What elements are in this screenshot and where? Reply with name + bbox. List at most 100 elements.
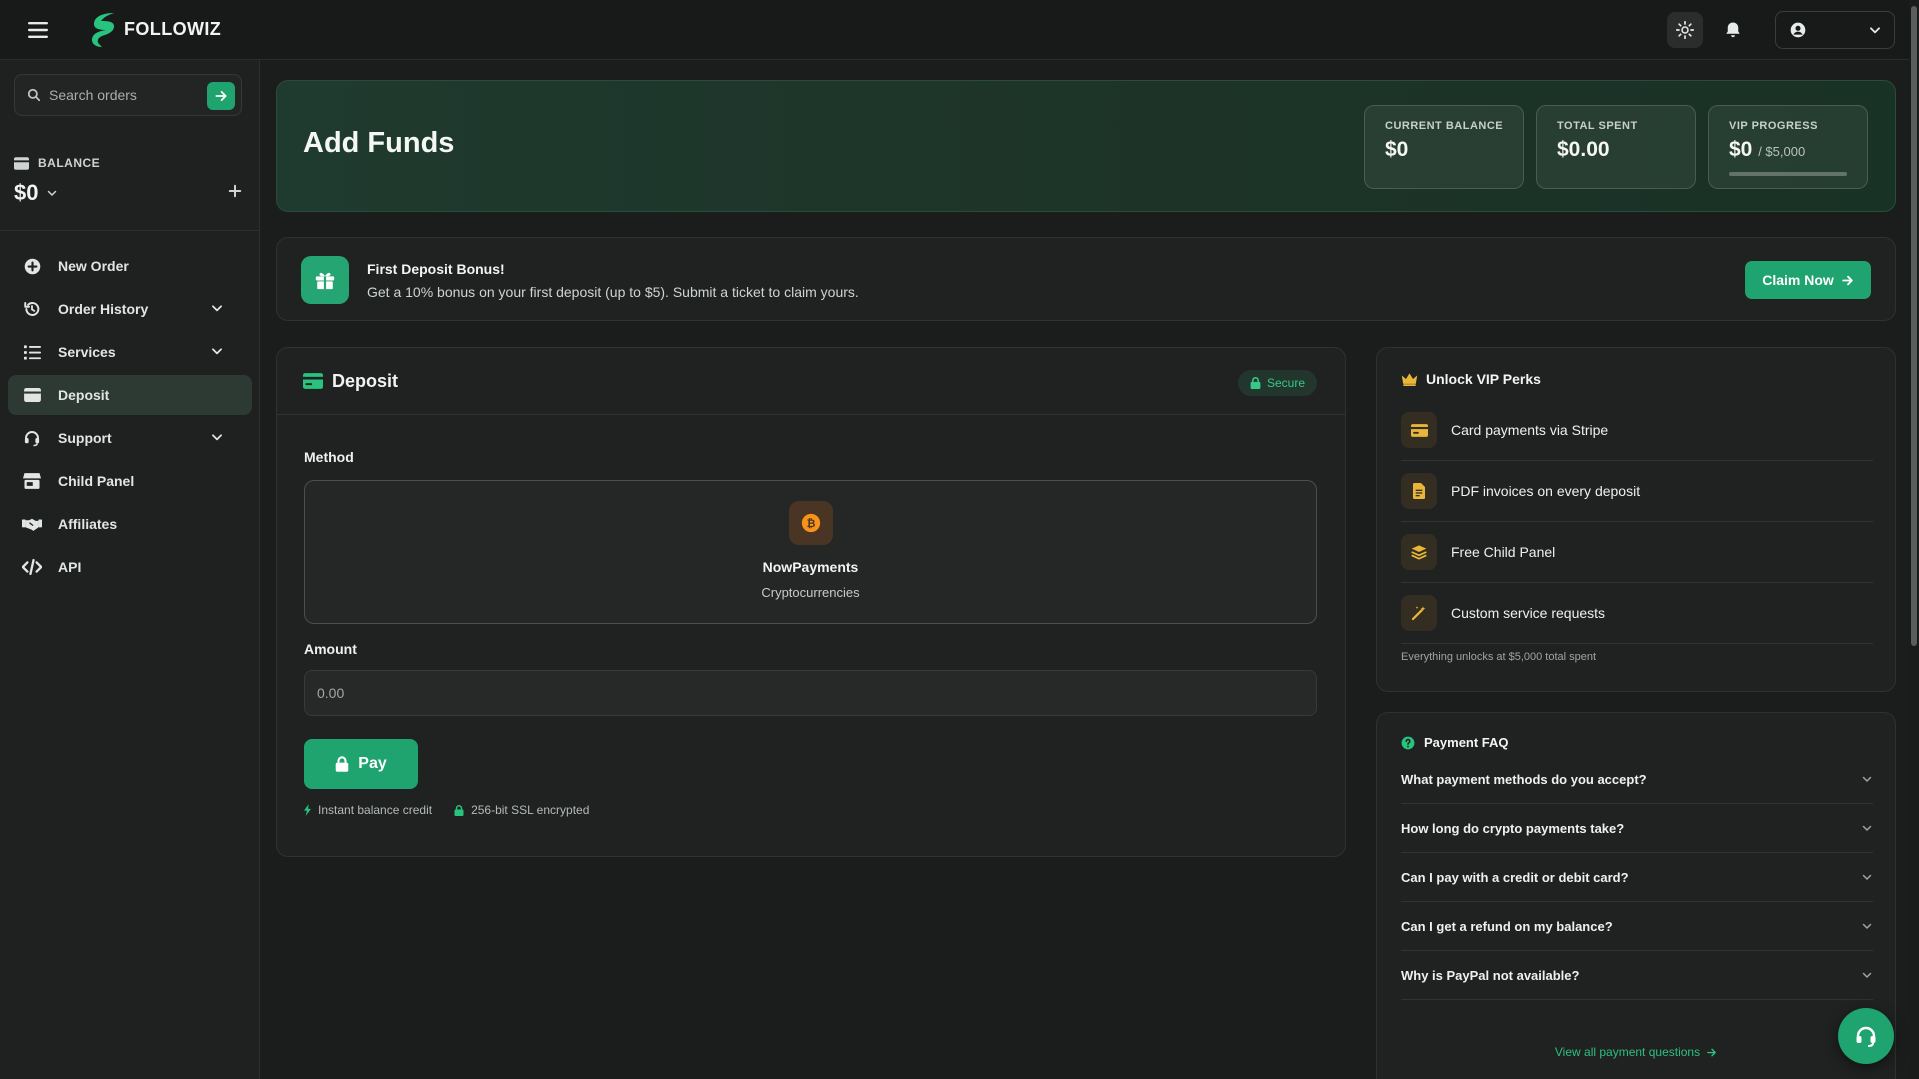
sidebar-item-order-history[interactable]: Order History xyxy=(8,289,252,329)
faq-item[interactable]: How long do crypto payments take? xyxy=(1401,804,1873,853)
sidebar-item-services[interactable]: Services xyxy=(8,332,252,372)
amount-input[interactable] xyxy=(304,670,1317,716)
balance-value: $0 xyxy=(14,180,39,205)
sidebar-item-new-order[interactable]: New Order xyxy=(8,246,252,286)
stat-total-spent: TOTAL SPENT $0.00 xyxy=(1536,105,1696,189)
plus-circle-icon xyxy=(24,258,40,274)
method-name: NowPayments xyxy=(762,559,859,575)
add-balance-button[interactable] xyxy=(224,180,246,202)
stat-value: $0 xyxy=(1729,138,1753,161)
sidebar-item-support[interactable]: Support xyxy=(8,418,252,458)
handshake-icon xyxy=(22,518,42,531)
sidebar-nav: New Order Order History Services Deposit… xyxy=(8,246,252,590)
sidebar: BALANCE $0 New Order Order History Servi… xyxy=(0,60,260,1079)
sidebar-item-label: New Order xyxy=(58,258,129,274)
faq-question: Why is PayPal not available? xyxy=(1401,967,1580,983)
chevron-down-icon xyxy=(212,305,222,312)
brand-logo[interactable]: FOLLOWIZ xyxy=(88,11,221,49)
perk-label: PDF invoices on every deposit xyxy=(1451,483,1641,499)
sidebar-item-child-panel[interactable]: Child Panel xyxy=(8,461,252,501)
chevron-down-icon xyxy=(1862,923,1872,929)
faq-question: Can I get a refund on my balance? xyxy=(1401,918,1613,934)
faq-item[interactable]: Why is PayPal not available? xyxy=(1401,951,1873,1000)
top-bar: FOLLOWIZ xyxy=(0,0,1919,60)
search-submit-button[interactable] xyxy=(207,82,235,110)
faq-item[interactable]: What payment methods do you accept? xyxy=(1401,755,1873,804)
perk-label: Custom service requests xyxy=(1451,605,1606,621)
note-ssl: 256-bit SSL encrypted xyxy=(471,803,590,817)
stat-label: CURRENT BALANCE xyxy=(1385,120,1504,132)
bell-icon xyxy=(1726,22,1740,37)
faq-title: Payment FAQ xyxy=(1424,735,1509,750)
vip-progress-bar xyxy=(1729,172,1847,176)
faq-item[interactable]: Can I pay with a credit or debit card? xyxy=(1401,853,1873,902)
page-scrollbar[interactable] xyxy=(1909,0,1919,1079)
perk-label: Card payments via Stripe xyxy=(1451,422,1609,438)
notifications-button[interactable] xyxy=(1715,12,1751,48)
claim-now-button[interactable]: Claim Now xyxy=(1745,261,1871,299)
divider xyxy=(0,230,260,231)
settings-icon xyxy=(1676,20,1694,39)
pay-label: Pay xyxy=(358,755,387,772)
faq-item[interactable]: Can I get a refund on my balance? xyxy=(1401,902,1873,951)
sidebar-item-deposit[interactable]: Deposit xyxy=(8,375,252,415)
bonus-title: First Deposit Bonus! xyxy=(367,261,505,277)
user-icon xyxy=(1790,22,1806,37)
sidebar-item-label: Deposit xyxy=(58,387,110,403)
sidebar-item-affiliates[interactable]: Affiliates xyxy=(8,504,252,544)
secure-badge: Secure xyxy=(1237,370,1317,396)
wallet-icon xyxy=(14,156,29,170)
wallet-icon xyxy=(23,388,41,402)
chevron-down-icon xyxy=(212,434,222,441)
page-header: Add Funds CURRENT BALANCE $0 TOTAL SPENT… xyxy=(276,80,1896,212)
perk-item: Free Child Panel xyxy=(1401,522,1873,583)
faq-question: Can I pay with a credit or debit card? xyxy=(1401,869,1629,885)
view-all-faq-link[interactable]: View all payment questions xyxy=(1377,1045,1895,1059)
bolt-icon xyxy=(304,804,311,816)
chevron-down-icon xyxy=(1862,972,1872,978)
sidebar-item-api[interactable]: API xyxy=(8,547,252,587)
user-menu[interactable] xyxy=(1775,10,1895,49)
chevron-down-icon xyxy=(212,348,222,355)
deposit-title: Deposit xyxy=(332,370,399,391)
scrollbar-thumb[interactable] xyxy=(1911,6,1917,646)
chevron-down-icon xyxy=(48,190,57,196)
sidebar-item-label: Child Panel xyxy=(58,473,135,489)
method-label: Method xyxy=(304,449,354,465)
chevron-down-icon xyxy=(1862,874,1872,880)
claim-now-label: Claim Now xyxy=(1762,272,1834,288)
balance-dropdown[interactable]: $0 xyxy=(14,180,246,206)
faq-question: What payment methods do you accept? xyxy=(1401,771,1647,787)
bitcoin-icon: ₿ xyxy=(789,501,833,545)
code-icon xyxy=(22,559,42,575)
gift-icon xyxy=(301,256,349,304)
svg-text:₿: ₿ xyxy=(807,517,816,530)
faq-question: How long do crypto payments take? xyxy=(1401,820,1625,836)
secure-label: Secure xyxy=(1266,376,1305,390)
chevron-down-icon xyxy=(1862,776,1872,782)
stat-label: VIP PROGRESS xyxy=(1729,120,1818,132)
card-icon xyxy=(1401,412,1437,448)
live-support-button[interactable] xyxy=(1838,1008,1894,1064)
stat-target: / $5,000 xyxy=(1758,144,1806,159)
headset-icon xyxy=(24,431,40,447)
arrow-right-icon xyxy=(1707,1048,1716,1056)
brand-name: FOLLOWIZ xyxy=(124,19,222,39)
sidebar-item-label: API xyxy=(58,559,82,575)
stat-value: $0 xyxy=(1385,138,1409,161)
perk-item: Custom service requests xyxy=(1401,583,1873,644)
payment-notes: Instant balance credit 256-bit SSL encry… xyxy=(304,803,611,817)
page-title: Add Funds xyxy=(303,127,455,159)
stat-value: $0.00 xyxy=(1557,138,1610,161)
payment-method-nowpayments[interactable]: ₿ NowPayments Cryptocurrencies xyxy=(304,480,1317,624)
settings-button[interactable] xyxy=(1667,11,1703,48)
pay-button[interactable]: Pay xyxy=(304,739,418,789)
layers-icon xyxy=(1401,534,1437,570)
sidebar-item-label: Affiliates xyxy=(58,516,118,532)
search-icon xyxy=(27,88,41,102)
search-input[interactable] xyxy=(49,87,199,103)
history-icon xyxy=(24,302,40,316)
balance-widget: BALANCE $0 xyxy=(14,156,246,218)
payment-faq-card: Payment FAQ What payment methods do you … xyxy=(1376,712,1896,1079)
menu-icon[interactable] xyxy=(18,10,58,50)
